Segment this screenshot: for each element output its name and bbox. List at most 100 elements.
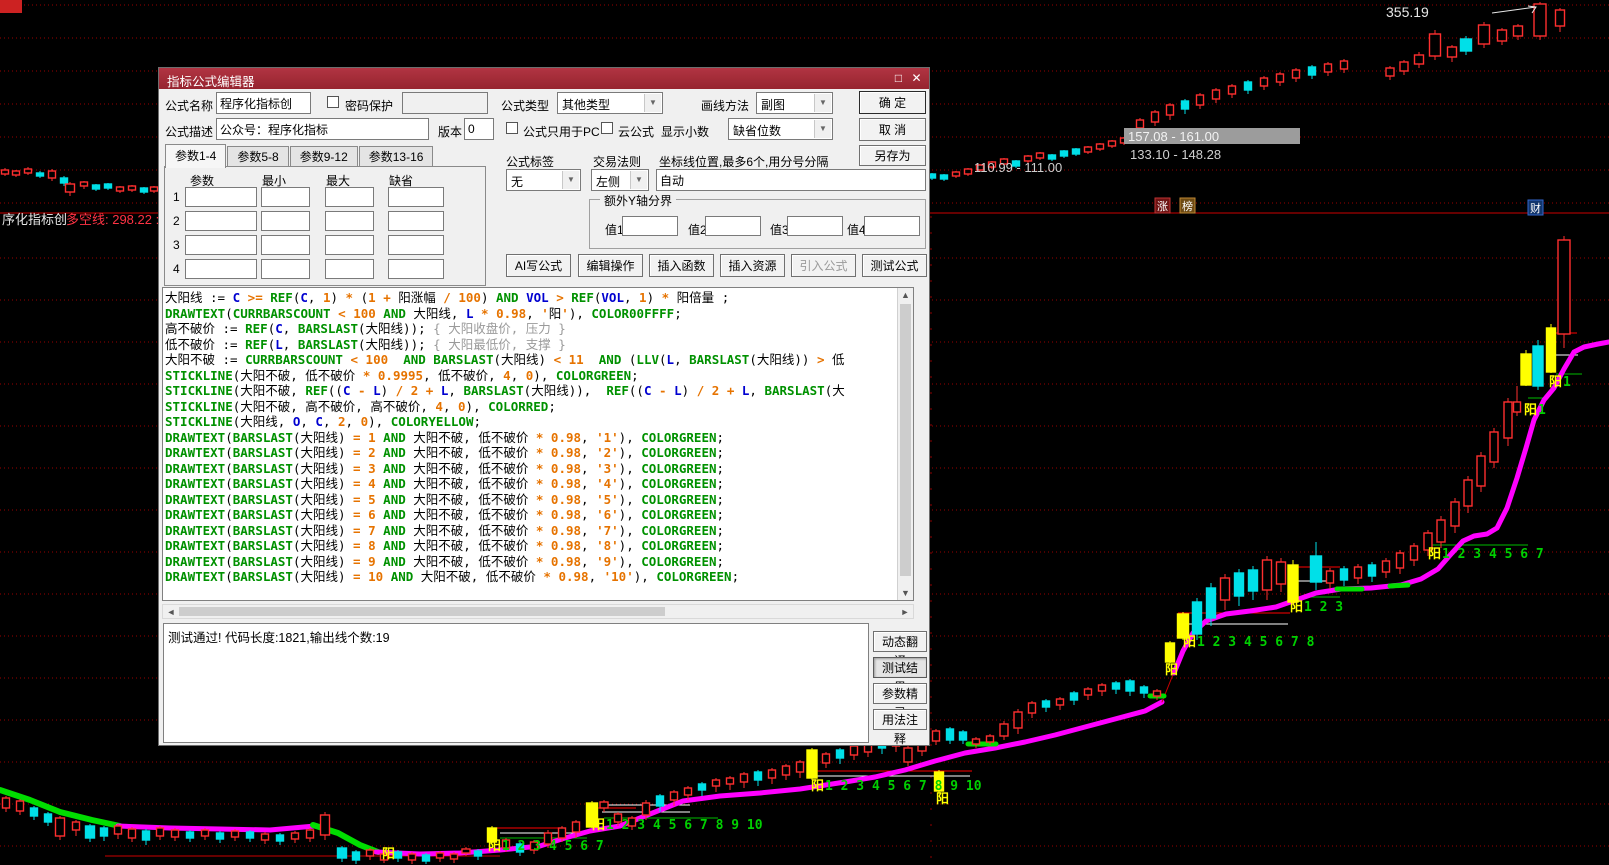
side-button-3[interactable]: 参数精灵 [873, 683, 927, 704]
candle-body [1437, 520, 1445, 542]
candle-body [1167, 105, 1174, 115]
scroll-down-icon[interactable]: ▼ [898, 588, 913, 598]
pc-only-checkbox[interactable] [506, 122, 518, 134]
candle-body [217, 833, 224, 839]
tab-params-1[interactable]: 参数1-4 [165, 144, 226, 168]
coord-line-input[interactable] [656, 169, 926, 191]
tab-params-3[interactable]: 参数9-12 [290, 146, 358, 168]
chevron-down-icon[interactable]: ▼ [562, 171, 579, 189]
code-hscrollbar[interactable]: ◄ ► [162, 604, 914, 619]
y-value-input-4[interactable] [864, 216, 920, 236]
trading-app-screen: 阳阳1 2 3 4 5 6 7阳1 2 3 4 5 6 7 8 9 10阳1 2… [0, 0, 1609, 865]
chevron-down-icon[interactable]: ▼ [814, 94, 831, 112]
formula-desc-input[interactable] [216, 118, 429, 140]
candle-body [141, 188, 148, 192]
param-input-r2-c3[interactable] [325, 211, 374, 231]
tab-params-2[interactable]: 参数5-8 [227, 146, 288, 168]
param-input-r4-c1[interactable] [185, 259, 257, 279]
password-protect-label: 密码保护 [345, 97, 393, 114]
chevron-down-icon[interactable]: ▼ [814, 120, 831, 138]
close-icon[interactable]: ✕ [908, 70, 925, 86]
formula-tag-select[interactable]: 无 ▼ [506, 169, 581, 191]
candle-body [1514, 402, 1521, 412]
candle-body [1514, 26, 1523, 36]
param-input-r3-c1[interactable] [185, 235, 257, 255]
scroll-left-icon[interactable]: ◄ [165, 607, 177, 617]
tab-params-4[interactable]: 参数13-16 [359, 146, 434, 168]
candle-body [423, 855, 430, 861]
code-line: DRAWTEXT(BARSLAST(大阳线) = 6 AND 大阳不破, 低不破… [165, 507, 897, 523]
extra-y-axis-label: 额外Y轴分界 [600, 192, 676, 209]
param-input-r2-c1[interactable] [185, 211, 257, 231]
param-input-r2-c4[interactable] [388, 211, 444, 231]
market-tag-label: 涨 [1157, 200, 1168, 213]
toolbar-button-2[interactable]: 编辑操作 [578, 254, 643, 277]
formula-type-select[interactable]: 其他类型 ▼ [557, 92, 663, 114]
param-input-r3-c2[interactable] [261, 235, 310, 255]
toolbar-button-6[interactable]: 测试公式 [862, 254, 927, 277]
candle-body [129, 829, 136, 838]
formula-name-input[interactable] [216, 92, 311, 114]
version-label: 版本 [438, 123, 462, 140]
param-input-r1-c3[interactable] [325, 187, 374, 207]
candle-body [3, 798, 10, 808]
toolbar-button-1[interactable]: AI写公式 [506, 254, 571, 277]
candle-body [45, 814, 52, 822]
param-input-r1-c4[interactable] [388, 187, 444, 207]
candle-body [1490, 432, 1498, 462]
password-protect-checkbox[interactable] [327, 96, 339, 108]
hscroll-thumb[interactable] [179, 607, 665, 616]
candle-body [451, 854, 458, 859]
param-input-r2-c2[interactable] [261, 211, 310, 231]
cloud-formula-label: 云公式 [618, 123, 654, 140]
code-line: DRAWTEXT(BARSLAST(大阳线) = 3 AND 大阳不破, 低不破… [165, 461, 897, 477]
param-input-r4-c3[interactable] [325, 259, 374, 279]
toolbar-button-3[interactable]: 插入函数 [649, 254, 714, 277]
candle-body [1043, 701, 1050, 707]
scroll-up-icon[interactable]: ▲ [898, 290, 913, 300]
param-input-r1-c2[interactable] [261, 187, 310, 207]
toolbar-button-4[interactable]: 插入资源 [720, 254, 785, 277]
formula-editor-dialog: 指标公式编辑器 □ ✕ 公式名称 密码保护 公式类型 其他类型 ▼ 画线方法 副… [158, 67, 930, 746]
y-value-input-3[interactable] [787, 216, 843, 236]
code-vscrollbar[interactable]: ▲ ▼ [897, 288, 913, 600]
side-button-1[interactable]: 动态翻译 [873, 631, 927, 652]
code-editor[interactable]: 大阳线 := C >= REF(C, 1) * (1 + 阳涨幅 / 100) … [162, 287, 914, 601]
candle-body [933, 731, 940, 741]
candle-body [1109, 141, 1116, 146]
param-input-r3-c4[interactable] [388, 235, 444, 255]
chevron-down-icon[interactable]: ▼ [644, 94, 661, 112]
candle-body [66, 184, 75, 192]
code-line: DRAWTEXT(BARSLAST(大阳线) = 9 AND 大阳不破, 低不破… [165, 554, 897, 570]
ok-button[interactable]: 确 定 [859, 91, 926, 114]
candle-body [941, 175, 948, 179]
dialog-titlebar[interactable]: 指标公式编辑器 □ ✕ [159, 68, 929, 89]
candle-body [1341, 61, 1348, 69]
candle-body [157, 828, 164, 836]
candle-body [671, 792, 678, 800]
maximize-icon[interactable]: □ [890, 70, 907, 86]
yang-label: 阳 [1165, 663, 1178, 678]
vscroll-thumb[interactable] [900, 304, 911, 576]
chevron-down-icon[interactable]: ▼ [630, 171, 647, 189]
param-input-r4-c2[interactable] [261, 259, 310, 279]
side-button-2[interactable]: 测试结果 [873, 657, 927, 678]
candle-body [1085, 147, 1092, 152]
trade-rule-select[interactable]: 左侧 ▼ [591, 169, 649, 191]
version-input[interactable] [464, 118, 494, 140]
cancel-button[interactable]: 取 消 [859, 118, 926, 141]
param-input-r4-c4[interactable] [388, 259, 444, 279]
y-value-input-2[interactable] [705, 216, 761, 236]
side-button-4[interactable]: 用法注释 [873, 709, 927, 730]
draw-method-select[interactable]: 副图 ▼ [756, 92, 833, 114]
candle-body [247, 832, 254, 838]
candle-body [685, 788, 692, 795]
y-value-input-1[interactable] [622, 216, 678, 236]
cloud-formula-checkbox[interactable] [601, 122, 613, 134]
decimal-select[interactable]: 缺省位数 ▼ [728, 118, 833, 140]
param-input-r3-c3[interactable] [325, 235, 374, 255]
save-as-button[interactable]: 另存为 [859, 145, 926, 166]
scroll-right-icon[interactable]: ► [899, 607, 911, 617]
pc-only-label: 公式只用于PC [523, 123, 600, 140]
param-input-r1-c1[interactable] [185, 187, 257, 207]
